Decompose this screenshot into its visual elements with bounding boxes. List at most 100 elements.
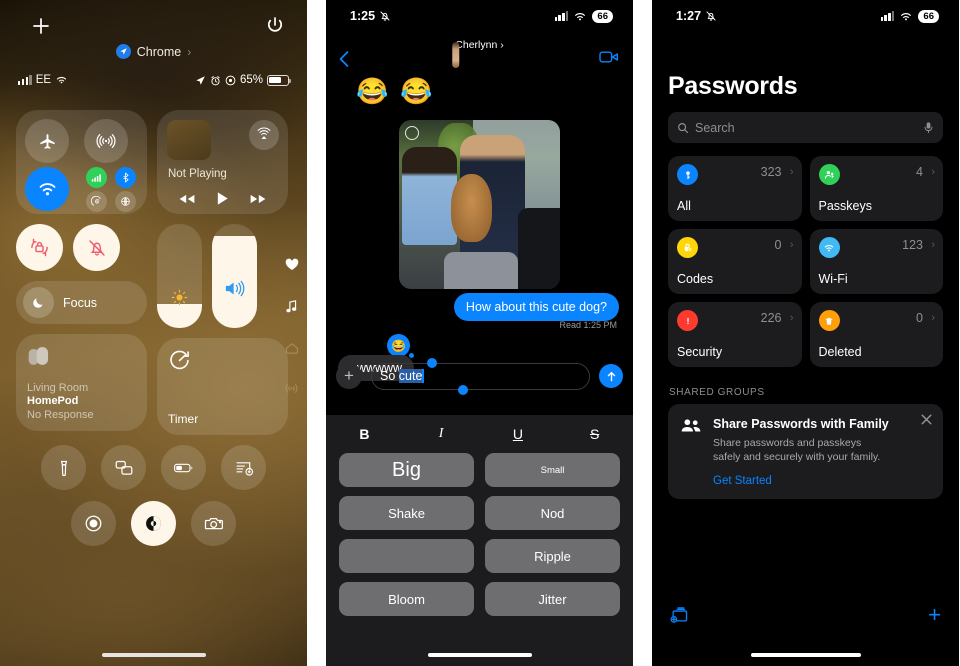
timer-tile[interactable]: Timer bbox=[157, 338, 288, 435]
underline-button[interactable]: U bbox=[480, 426, 557, 442]
active-app-chip[interactable]: Chrome › bbox=[0, 44, 307, 59]
section-header: SHARED GROUPS bbox=[669, 387, 765, 398]
airplane-mode-button[interactable] bbox=[25, 119, 69, 163]
signal-bars-icon bbox=[18, 75, 32, 85]
screen-record-button[interactable] bbox=[71, 501, 116, 546]
tapback-badge[interactable]: 😂 bbox=[387, 334, 414, 358]
back-button[interactable] bbox=[338, 50, 350, 68]
home-indicator bbox=[750, 653, 861, 657]
airplay-button[interactable] bbox=[249, 120, 279, 150]
active-app-label: Chrome bbox=[136, 44, 182, 59]
banner-title: Share Passwords with Family bbox=[713, 417, 889, 431]
volume-slider[interactable] bbox=[212, 224, 257, 328]
shortcut-row-1 bbox=[16, 445, 291, 490]
close-icon[interactable] bbox=[920, 413, 933, 426]
people-icon bbox=[680, 415, 702, 487]
homepod-room: Living Room bbox=[27, 381, 89, 394]
home-icon[interactable] bbox=[285, 342, 299, 355]
add-control-button[interactable] bbox=[31, 16, 51, 36]
homepod-tile[interactable]: Living Room HomePod No Response bbox=[16, 334, 147, 431]
screen-mirroring-button[interactable] bbox=[101, 445, 146, 490]
microphone-icon[interactable] bbox=[923, 121, 934, 134]
category-card-wifi[interactable]: 123 › Wi-Fi bbox=[809, 229, 943, 294]
search-input[interactable]: Search bbox=[668, 112, 943, 143]
outgoing-message-bubble[interactable]: How about this cute dog? bbox=[453, 293, 619, 321]
message-input[interactable]: So cute bbox=[371, 357, 590, 395]
brightness-slider[interactable] bbox=[157, 224, 202, 328]
silent-mode-button[interactable] bbox=[73, 224, 120, 271]
connectivity-subgrid bbox=[84, 167, 139, 212]
selection-handle-start[interactable] bbox=[427, 357, 437, 368]
wifi-button[interactable] bbox=[25, 167, 69, 211]
effect-ripple[interactable]: Ripple bbox=[485, 539, 620, 573]
camera-button[interactable] bbox=[191, 501, 236, 546]
category-card-passkeys[interactable]: 4 › Passkeys bbox=[809, 156, 943, 221]
rewind-button[interactable] bbox=[178, 193, 196, 205]
send-button[interactable] bbox=[599, 364, 623, 388]
focus-status-icon bbox=[225, 75, 236, 86]
message-input-text: So cute bbox=[380, 369, 424, 383]
flashlight-button[interactable] bbox=[41, 445, 86, 490]
category-label: Deleted bbox=[818, 345, 862, 359]
get-started-link[interactable]: Get Started bbox=[713, 475, 889, 487]
power-button[interactable] bbox=[265, 15, 285, 35]
selection-handle-end[interactable] bbox=[458, 384, 468, 395]
category-card-deleted[interactable]: 0 › Deleted bbox=[809, 302, 943, 367]
connectivity-tile bbox=[16, 110, 147, 214]
panel-divider-2 bbox=[633, 0, 652, 666]
play-button[interactable] bbox=[216, 191, 229, 206]
rotation-lock-button[interactable] bbox=[16, 224, 63, 271]
effect-blank[interactable] bbox=[339, 539, 474, 573]
text-effects-panel: B I U S Big Small Shake Nod Ripple Bloom… bbox=[326, 415, 633, 666]
category-card-codes[interactable]: 0 › Codes bbox=[668, 229, 802, 294]
bold-button[interactable]: B bbox=[326, 426, 403, 442]
contact-header[interactable]: Cherlynn › bbox=[451, 35, 504, 68]
dark-mode-button[interactable] bbox=[131, 501, 176, 546]
category-label: All bbox=[677, 199, 691, 213]
message-photo[interactable] bbox=[399, 120, 560, 289]
vpn-button[interactable] bbox=[114, 191, 136, 212]
effects-grid: Big Small Shake Nod Ripple Bloom Jitter bbox=[326, 449, 633, 616]
broadcast-icon[interactable] bbox=[284, 383, 299, 394]
effect-nod[interactable]: Nod bbox=[485, 496, 620, 530]
category-card-security[interactable]: 226 › Security bbox=[668, 302, 802, 367]
low-power-mode-button[interactable] bbox=[161, 445, 206, 490]
airdrop-button[interactable] bbox=[83, 119, 128, 163]
add-password-button[interactable]: + bbox=[928, 604, 941, 626]
effect-small[interactable]: Small bbox=[485, 453, 620, 487]
heart-icon[interactable] bbox=[285, 258, 299, 271]
attach-button[interactable]: + bbox=[336, 363, 362, 389]
page-title: Passwords bbox=[668, 72, 798, 100]
status-bar: 1:25 66 bbox=[326, 0, 633, 32]
personal-hotspot-button[interactable] bbox=[85, 191, 107, 212]
battery-pill: 66 bbox=[918, 9, 939, 23]
format-toolbar: B I U S bbox=[326, 415, 633, 449]
bluetooth-button[interactable] bbox=[114, 167, 136, 188]
focus-tile[interactable]: Focus bbox=[16, 281, 147, 324]
category-count: 226 bbox=[760, 311, 782, 325]
strikethrough-button[interactable]: S bbox=[556, 426, 633, 442]
person-key-icon bbox=[818, 164, 840, 185]
shared-group-banner[interactable]: Share Passwords with Family Share passwo… bbox=[668, 404, 943, 500]
italic-button[interactable]: I bbox=[403, 426, 480, 442]
chevron-right-icon: › bbox=[789, 312, 794, 324]
music-note-icon[interactable] bbox=[285, 299, 298, 314]
new-note-button[interactable] bbox=[221, 445, 266, 490]
effect-jitter[interactable]: Jitter bbox=[485, 582, 620, 616]
location-arrow-icon bbox=[195, 75, 206, 86]
import-passwords-icon[interactable] bbox=[670, 606, 691, 624]
battery-percent-label: 65% bbox=[239, 74, 263, 86]
tapback-emoji-strip: 😂😂 bbox=[356, 76, 445, 106]
effect-bloom[interactable]: Bloom bbox=[339, 582, 474, 616]
facetime-button[interactable] bbox=[599, 50, 619, 64]
brightness-icon bbox=[171, 289, 188, 306]
effect-big[interactable]: Big bbox=[339, 453, 474, 487]
search-placeholder: Search bbox=[695, 120, 735, 135]
cellular-data-button[interactable] bbox=[85, 167, 107, 188]
now-playing-tile[interactable]: Not Playing bbox=[157, 110, 288, 214]
effect-shake[interactable]: Shake bbox=[339, 496, 474, 530]
signal-bars-icon bbox=[554, 11, 569, 21]
screenshot-stage: Chrome › EE 65% Not Playing Focus Living… bbox=[0, 0, 960, 666]
category-card-all[interactable]: 323 › All bbox=[668, 156, 802, 221]
fastforward-button[interactable] bbox=[249, 193, 267, 205]
